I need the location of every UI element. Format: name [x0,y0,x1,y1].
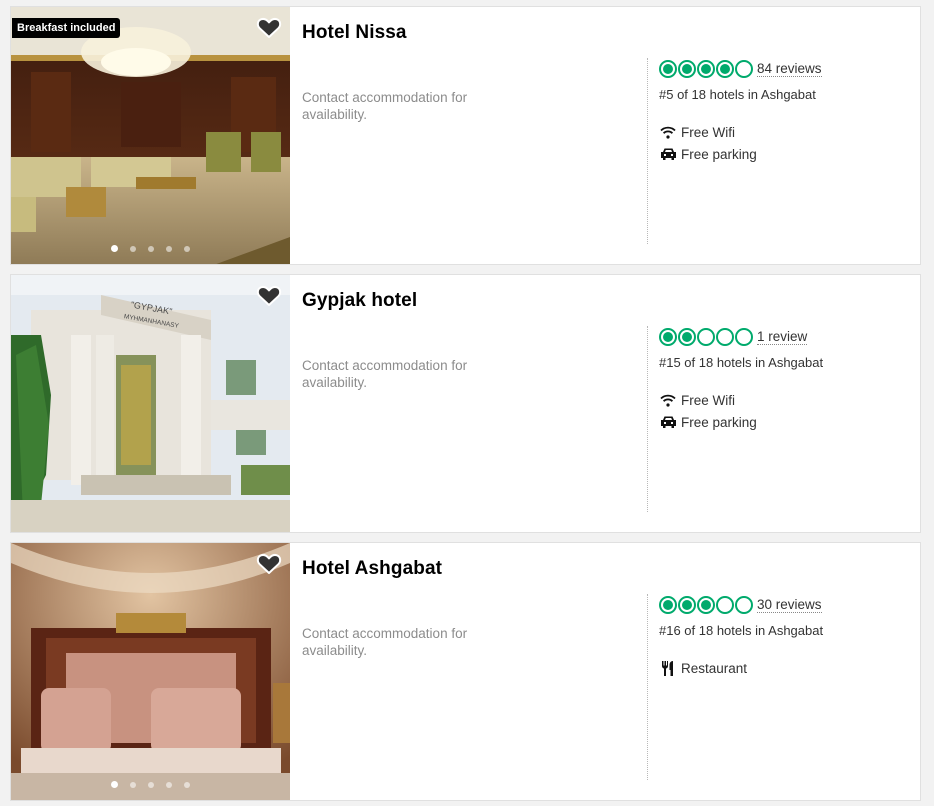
carousel-dot[interactable] [130,781,136,788]
carousel-dot[interactable] [148,245,154,252]
rating-row: 30 reviews [659,596,822,614]
building-photo: "GYPJAK" MYHMANHANASY [11,275,290,532]
breakfast-badge: Breakfast included [12,18,121,38]
hotel-name[interactable]: Gypjak hotel [302,290,417,312]
rating-bubble-empty-icon [735,596,753,614]
divider [647,326,648,512]
hotel-photo[interactable]: Breakfast included [11,7,290,264]
carousel-dot[interactable] [184,245,190,252]
rating-bubble-full-icon [678,596,696,614]
carousel-dot[interactable] [130,245,136,252]
rating-bubble-full-icon [697,60,715,78]
car-icon [659,414,677,430]
hotel-name[interactable]: Hotel Nissa [302,22,407,44]
rating-bubbles [659,60,753,78]
rating-bubble-full-icon [659,328,677,346]
reviews-link[interactable]: 1 review [757,329,808,345]
rating-row: 1 review [659,328,808,346]
carousel-dot[interactable] [148,781,154,788]
save-heart-icon[interactable] [256,16,282,40]
amenity-item: Free Wifi [659,124,735,140]
rating-bubble-full-icon [659,60,677,78]
carousel-dot[interactable] [166,245,172,252]
lobby-photo [11,7,290,264]
rating-bubble-empty-icon [735,60,753,78]
photo-carousel-dots [11,781,290,788]
carousel-dot[interactable] [111,781,118,788]
carousel-dot[interactable] [184,781,190,788]
divider [647,594,648,780]
rating-bubble-empty-icon [697,328,715,346]
amenity-item: Free parking [659,146,757,162]
amenity-item: Free Wifi [659,392,735,408]
carousel-dot[interactable] [111,245,118,252]
wifi-icon [659,392,677,408]
rating-bubbles [659,596,753,614]
reviews-link[interactable]: 84 reviews [757,61,822,77]
rating-bubble-full-icon [697,596,715,614]
bedroom-photo [11,543,290,800]
wifi-icon [659,124,677,140]
hotel-card[interactable]: "GYPJAK" MYHMANHANASY Gypjak hotel Conta… [10,274,921,533]
hotel-card[interactable]: Hotel Ashgabat Contact accommodation for… [10,542,921,801]
amenity-item: Free parking [659,414,757,430]
rating-bubble-empty-icon [735,328,753,346]
fork-knife-icon [659,660,677,676]
rating-bubble-full-icon [678,328,696,346]
rating-bubble-full-icon [678,60,696,78]
hotel-card[interactable]: Breakfast included Hotel Nissa Contact a… [10,6,921,265]
amenity-label: Free Wifi [681,124,735,140]
reviews-link[interactable]: 30 reviews [757,597,822,613]
rating-bubble-full-icon [716,60,734,78]
availability-text: Contact accommodation for availability. [302,90,468,122]
save-heart-icon[interactable] [256,284,282,308]
hotel-name[interactable]: Hotel Ashgabat [302,558,442,580]
amenity-label: Free parking [681,414,757,430]
amenity-label: Free parking [681,146,757,162]
hotel-rank: #16 of 18 hotels in Ashgabat [659,623,824,638]
photo-carousel-dots [11,245,290,252]
amenity-label: Restaurant [681,660,748,676]
rating-bubble-empty-icon [716,596,734,614]
hotel-photo[interactable] [11,543,290,800]
hotel-rank: #5 of 18 hotels in Ashgabat [659,87,816,102]
divider [647,58,648,244]
amenity-label: Free Wifi [681,392,735,408]
rating-row: 84 reviews [659,60,822,78]
save-heart-icon[interactable] [256,552,282,576]
availability-text: Contact accommodation for availability. [302,358,468,390]
rating-bubble-full-icon [659,596,677,614]
carousel-dot[interactable] [166,781,172,788]
rating-bubble-empty-icon [716,328,734,346]
hotel-photo[interactable]: "GYPJAK" MYHMANHANASY [11,275,290,532]
hotel-rank: #15 of 18 hotels in Ashgabat [659,355,824,370]
rating-bubbles [659,328,753,346]
availability-text: Contact accommodation for availability. [302,626,468,658]
amenity-item: Restaurant [659,660,747,676]
car-icon [659,146,677,162]
